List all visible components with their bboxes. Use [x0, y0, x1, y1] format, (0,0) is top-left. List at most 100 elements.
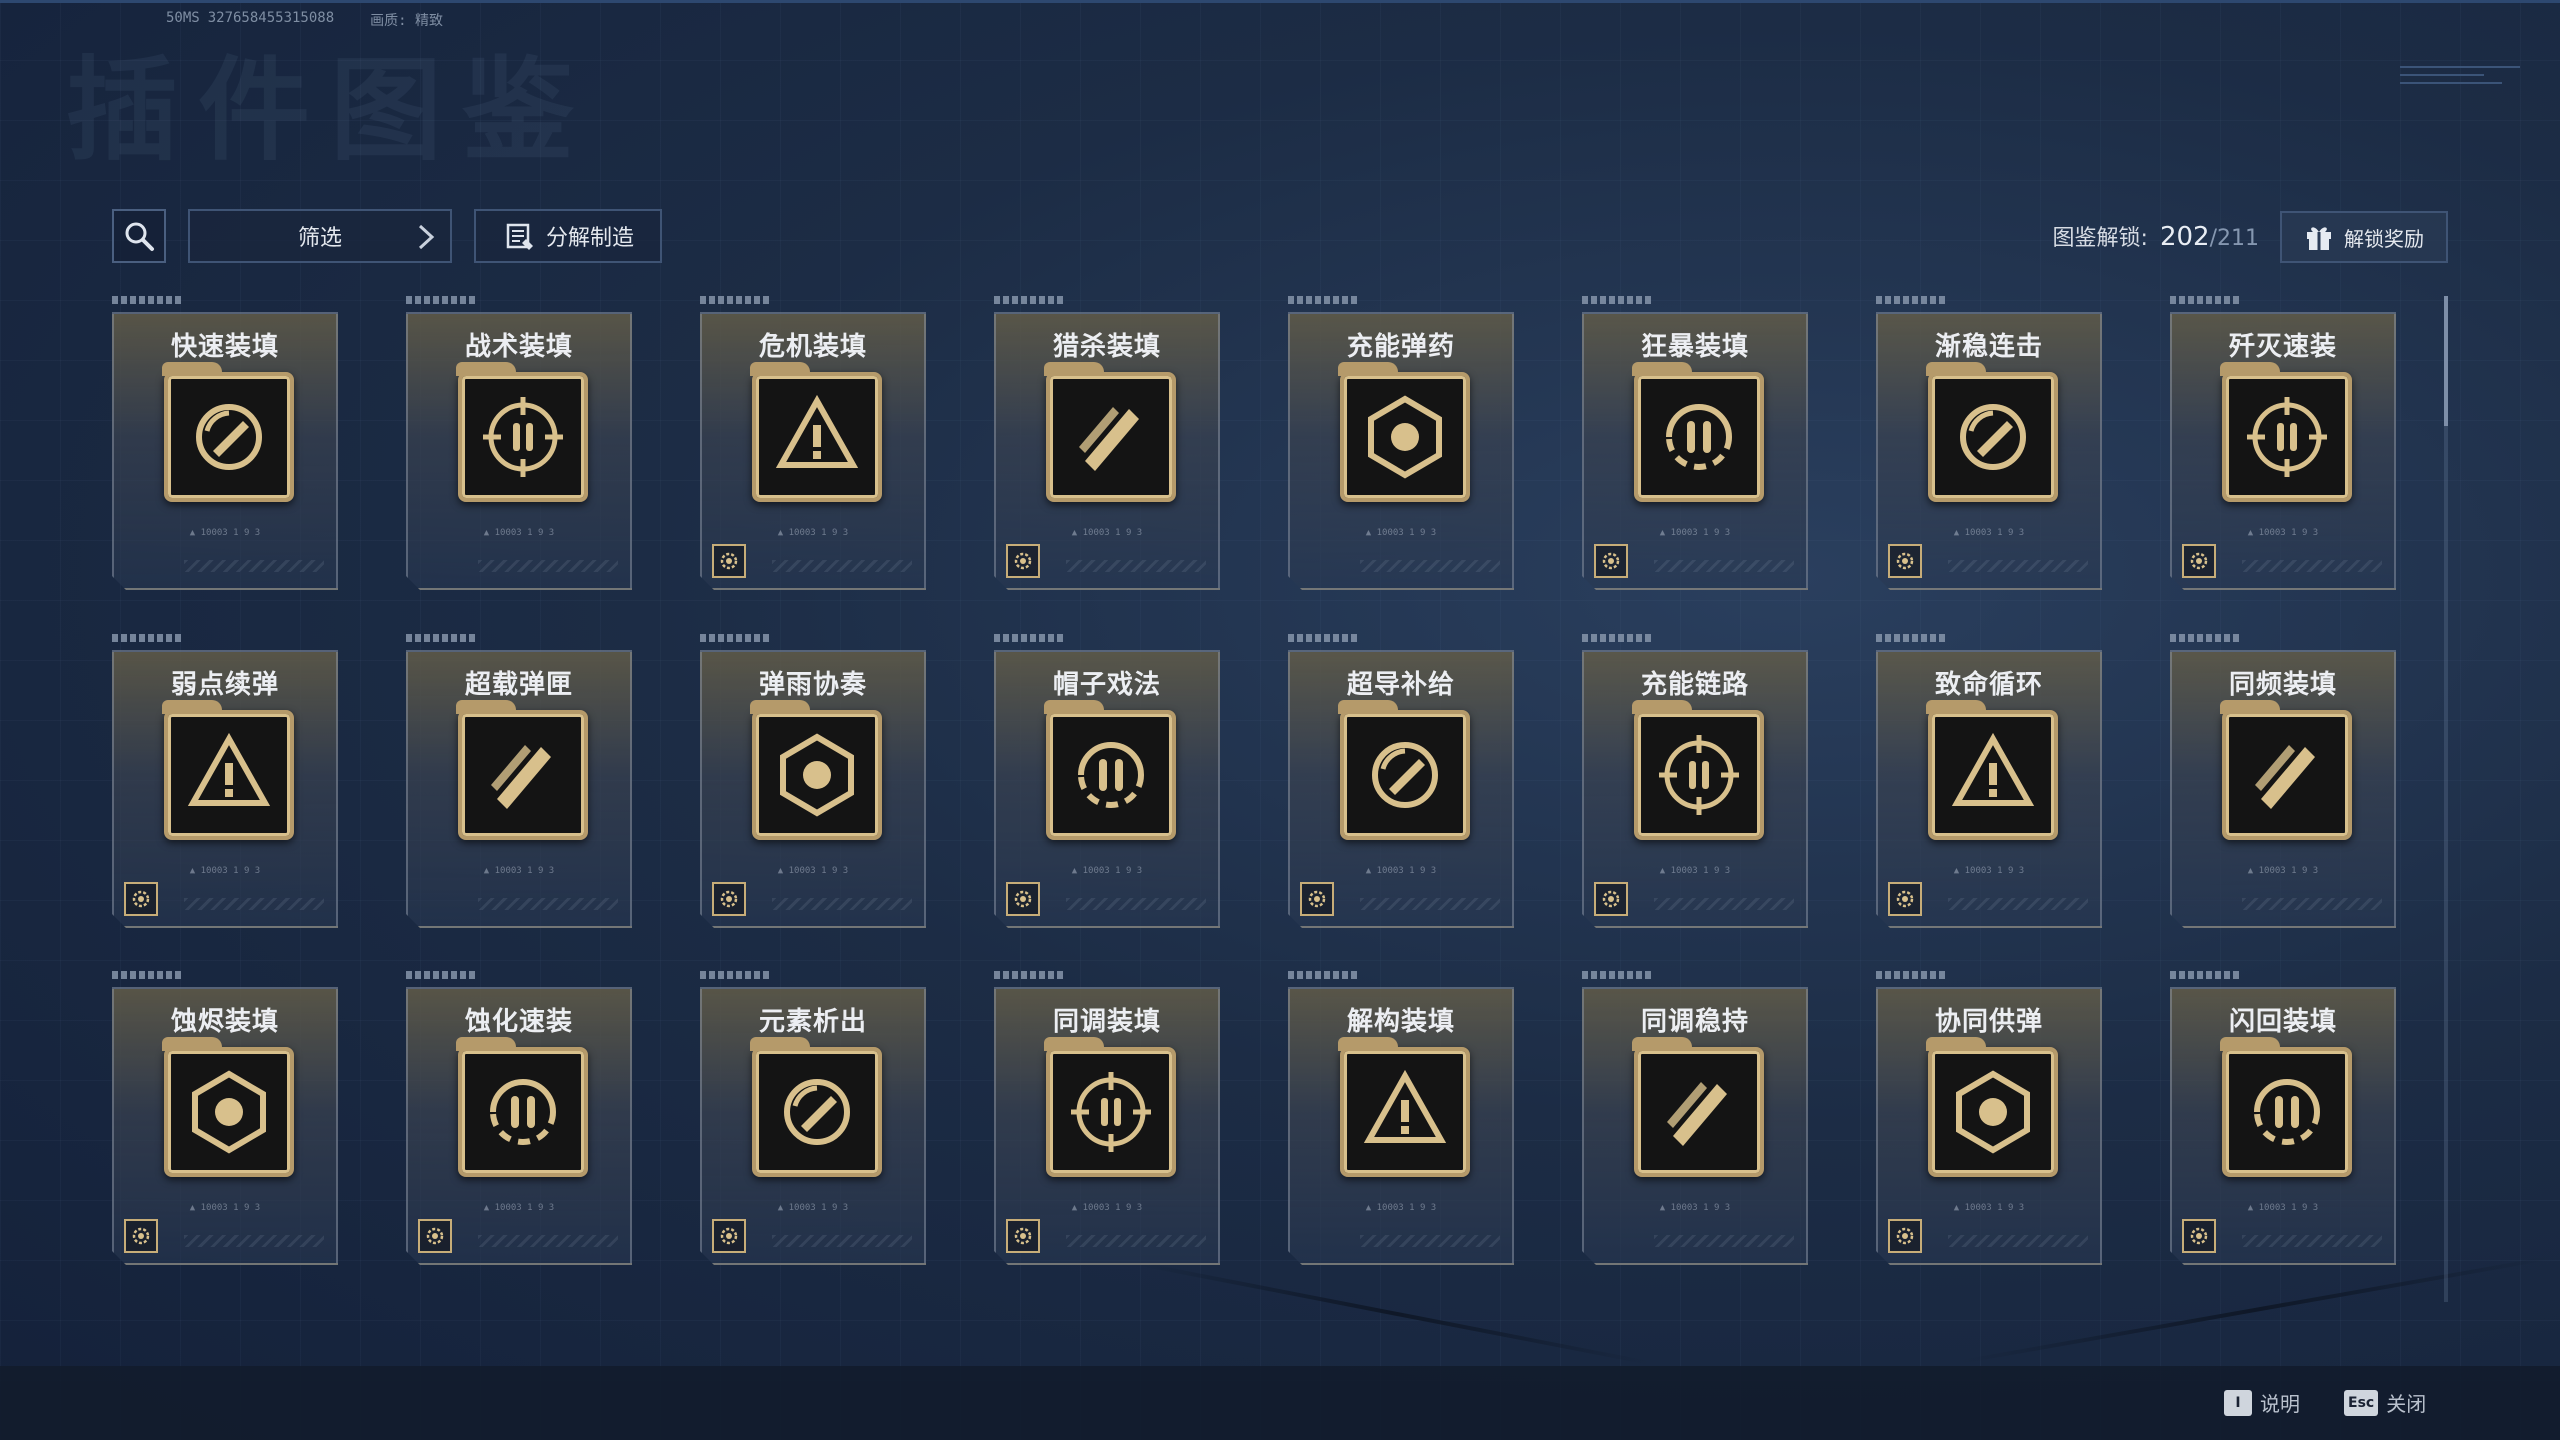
- plugin-card[interactable]: 弱点续弹 ▲ 10003 1 9 3: [112, 650, 338, 928]
- plugin-card[interactable]: 同调稳持 ▲ 10003 1 9 3: [1582, 987, 1808, 1265]
- plugin-card[interactable]: 同调装填 ▲ 10003 1 9 3: [994, 987, 1220, 1265]
- close-hint[interactable]: Esc 关闭: [2344, 1388, 2426, 1417]
- badge-icon: [124, 1219, 158, 1253]
- plugin-card[interactable]: 元素析出 ▲ 10003 1 9 3: [700, 987, 926, 1265]
- badge-icon: [712, 882, 746, 916]
- overload-mag-icon: [477, 729, 569, 821]
- plugin-card[interactable]: 充能弹药 ▲ 10003 1 9 3: [1288, 312, 1514, 590]
- gear-badge-icon: [1012, 1225, 1034, 1247]
- plugin-card[interactable]: 解构装填 ▲ 10003 1 9 3: [1288, 987, 1514, 1265]
- fatal-loop-icon: [1947, 729, 2039, 821]
- card-stripe-decoration: [1066, 560, 1206, 572]
- card-stripe-decoration: [1066, 898, 1206, 910]
- card-caption: ▲ 10003 1 9 3: [189, 866, 261, 876]
- plugin-card[interactable]: 狂暴装填 ▲ 10003 1 9 3: [1582, 312, 1808, 590]
- card-caption: ▲ 10003 1 9 3: [1659, 1203, 1731, 1213]
- plugin-card-title: 超载弹匣: [464, 670, 573, 700]
- plugin-card[interactable]: 充能链路 ▲ 10003 1 9 3: [1582, 650, 1808, 928]
- card-stripe-decoration: [1360, 1235, 1500, 1247]
- badge-icon: [1594, 544, 1628, 578]
- plugin-card[interactable]: 蚀烬装填 ▲ 10003 1 9 3: [112, 987, 338, 1265]
- plugin-card-title: 弹雨协奏: [758, 670, 867, 700]
- card-tag: [2170, 971, 2240, 979]
- plugin-icon-tile: [1046, 372, 1176, 502]
- card-caption: ▲ 10003 1 9 3: [1659, 866, 1731, 876]
- gear-badge-icon: [130, 888, 152, 910]
- plugin-card[interactable]: 歼灭速装 ▲ 10003 1 9 3: [2170, 312, 2396, 590]
- gear-badge-icon: [718, 888, 740, 910]
- plugin-card[interactable]: 超导补给 ▲ 10003 1 9 3: [1288, 650, 1514, 928]
- card-caption: ▲ 10003 1 9 3: [189, 528, 261, 538]
- unlock-count: 202: [2159, 222, 2210, 252]
- plugin-card[interactable]: 渐稳连击 ▲ 10003 1 9 3: [1876, 312, 2102, 590]
- plugin-card[interactable]: 战术装填 ▲ 10003 1 9 3: [406, 312, 632, 590]
- plugin-card[interactable]: 危机装填 ▲ 10003 1 9 3: [700, 312, 926, 590]
- card-caption: ▲ 10003 1 9 3: [1071, 528, 1143, 538]
- badge-icon: [1888, 1219, 1922, 1253]
- card-caption: ▲ 10003 1 9 3: [1071, 866, 1143, 876]
- plugin-card-title: 同调稳持: [1640, 1007, 1749, 1037]
- card-stripe-decoration: [1066, 1235, 1206, 1247]
- plugin-card[interactable]: 快速装填 ▲ 10003 1 9 3: [112, 312, 338, 590]
- filter-button[interactable]: 筛选: [188, 209, 452, 263]
- element-extract-icon: [771, 1066, 863, 1158]
- card-tag: [1582, 296, 1652, 304]
- plugin-card[interactable]: 同频装填 ▲ 10003 1 9 3: [2170, 650, 2396, 928]
- card-stripe-decoration: [184, 898, 324, 910]
- plugin-card-title: 超导补给: [1346, 670, 1455, 700]
- craft-button[interactable]: 分解制造: [474, 209, 662, 263]
- card-tag: [1288, 634, 1358, 642]
- card-caption: ▲ 10003 1 9 3: [483, 528, 555, 538]
- plugin-card[interactable]: 闪回装填 ▲ 10003 1 9 3: [2170, 987, 2396, 1265]
- card-stripe-decoration: [184, 560, 324, 572]
- plugin-icon-tile: [1634, 1047, 1764, 1177]
- badge-icon: [1006, 544, 1040, 578]
- plugin-card[interactable]: 弹雨协奏 ▲ 10003 1 9 3: [700, 650, 926, 928]
- plugin-icon-tile: [2222, 1047, 2352, 1177]
- card-tag: [994, 971, 1064, 979]
- plugin-card[interactable]: 致命循环 ▲ 10003 1 9 3: [1876, 650, 2102, 928]
- plugin-card[interactable]: 帽子戏法 ▲ 10003 1 9 3: [994, 650, 1220, 928]
- gear-badge-icon: [1012, 888, 1034, 910]
- card-caption: ▲ 10003 1 9 3: [1953, 866, 2025, 876]
- card-stripe-decoration: [2242, 898, 2382, 910]
- help-hint[interactable]: I 说明: [2224, 1388, 2300, 1417]
- unlock-reward-button[interactable]: 解锁奖励: [2280, 211, 2448, 263]
- page-title-watermark: 插件图鉴: [66, 46, 594, 176]
- plugin-card-title: 帽子戏法: [1052, 670, 1161, 700]
- card-tag: [112, 296, 182, 304]
- tactical-soldier-icon: [477, 391, 569, 483]
- plugin-icon-tile: [1340, 1047, 1470, 1177]
- plugin-card[interactable]: 协同供弹 ▲ 10003 1 9 3: [1876, 987, 2102, 1265]
- scrollbar-thumb[interactable]: [2444, 296, 2448, 426]
- plugin-card-title: 快速装填: [170, 332, 279, 362]
- plugin-icon-tile: [1046, 710, 1176, 840]
- plugin-card[interactable]: 蚀化速装 ▲ 10003 1 9 3: [406, 987, 632, 1265]
- card-tag: [1288, 296, 1358, 304]
- plugin-icon-tile: [2222, 372, 2352, 502]
- plugin-card-title: 解构装填: [1346, 1007, 1455, 1037]
- plugin-card[interactable]: 超载弹匣 ▲ 10003 1 9 3: [406, 650, 632, 928]
- card-stripe-decoration: [478, 1235, 618, 1247]
- card-stripe-decoration: [1654, 898, 1794, 910]
- annihilate-arrow-icon: [2241, 391, 2333, 483]
- gear-badge-icon: [2188, 550, 2210, 572]
- unlock-label: 图鉴解锁:: [2052, 226, 2148, 251]
- scrollbar-track[interactable]: [2444, 296, 2448, 1302]
- badge-icon: [1006, 1219, 1040, 1253]
- card-tag: [700, 971, 770, 979]
- gear-badge-icon: [2188, 1225, 2210, 1247]
- card-tag: [2170, 296, 2240, 304]
- plugin-card-title: 蚀烬装填: [170, 1007, 279, 1037]
- plugin-card[interactable]: 猎杀装填 ▲ 10003 1 9 3: [994, 312, 1220, 590]
- chevron-right-icon: [418, 224, 435, 250]
- card-stripe-decoration: [184, 1235, 324, 1247]
- plugin-card-title: 狂暴装填: [1640, 332, 1749, 362]
- gear-badge-icon: [718, 1225, 740, 1247]
- card-stripe-decoration: [772, 560, 912, 572]
- deconstruct-icon: [1359, 1066, 1451, 1158]
- gear-badge-icon: [424, 1225, 446, 1247]
- search-button[interactable]: [112, 209, 166, 263]
- gear-badge-icon: [1600, 888, 1622, 910]
- bullet-rain-icon: [771, 729, 863, 821]
